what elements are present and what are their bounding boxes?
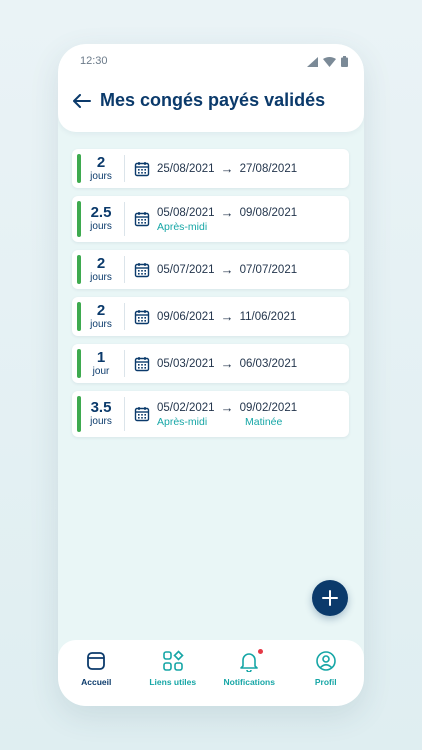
top-bar: 12:30 Mes congés payés validés [58, 44, 364, 132]
calendar-icon [134, 262, 150, 277]
status-bar [77, 302, 81, 331]
status-icons [307, 56, 348, 67]
start-half-day: Après-midi [157, 221, 208, 233]
start-date: 05/08/2021 [157, 206, 215, 219]
leave-card[interactable]: 2 jours 05/07/2021 → 07/07/2021 [72, 250, 349, 289]
nav-label-profil: Profil [314, 677, 337, 687]
status-bar [77, 396, 81, 432]
leave-card[interactable]: 3.5 jours 05/02/2021 → 09/02/2021 Après-midi M… [72, 391, 349, 437]
calendar-icon [134, 161, 150, 176]
leave-dates: 09/06/2021 → 11/06/2021 [125, 309, 296, 325]
battery-icon [341, 56, 348, 67]
leave-card[interactable]: 2 jours 25/08/2021 → 27/08/2021 [72, 149, 349, 188]
leave-dates: 05/02/2021 → 09/02/2021 Après-midi Matinée [125, 400, 297, 428]
leave-list: 2 jours 25/08/2021 → 27/08/2021 2.5 jours 05/08… [72, 149, 349, 445]
arrow-right-icon: → [220, 262, 234, 277]
home-icon [87, 652, 106, 670]
calendar-icon [134, 356, 150, 371]
leave-day-count: 1 [96, 348, 106, 366]
plus-icon [322, 590, 338, 606]
wifi-icon [323, 56, 336, 67]
leave-card[interactable]: 1 jour 05/03/2021 → 06/03/2021 [72, 344, 349, 383]
profile-icon [315, 651, 336, 671]
leave-dates: 05/07/2021 → 07/07/2021 [125, 262, 297, 278]
calendar-icon [134, 407, 150, 422]
start-date: 25/08/2021 [157, 162, 215, 175]
nav-item-accueil[interactable]: Accueil [61, 650, 131, 687]
leave-dates: 05/08/2021 → 09/08/2021 Après-midi [125, 205, 297, 233]
start-half-day: Après-midi [157, 416, 208, 428]
arrow-right-icon: → [220, 161, 234, 176]
notification-dot [258, 649, 264, 654]
signal-icon [307, 56, 318, 67]
grid-icon [162, 650, 184, 671]
leave-day-unit: jours [90, 221, 112, 232]
nav-item-profil[interactable]: Profil [291, 650, 361, 687]
leave-day-unit: jours [90, 416, 112, 427]
bottom-nav: Accueil Liens utiles Notifications Profi… [58, 640, 364, 706]
status-bar [77, 349, 81, 378]
leave-card[interactable]: 2.5 jours 05/08/2021 → 09/08/2021 Après-midi [72, 196, 349, 242]
leave-day-unit: jour [92, 365, 110, 377]
add-leave-button[interactable] [312, 580, 348, 616]
arrow-right-icon: → [220, 309, 234, 324]
leave-dates: 05/03/2021 → 06/03/2021 [125, 356, 297, 372]
leave-day-count: 2 [96, 301, 106, 319]
status-bar [77, 201, 81, 237]
header: Mes congés payés validés [72, 90, 325, 111]
leave-day-count: 2 [96, 153, 106, 171]
status-time: 12:30 [80, 55, 108, 67]
nav-item-notifications[interactable]: Notifications [214, 649, 284, 687]
end-half-day: Matinée [245, 416, 283, 428]
nav-item-liens-utiles[interactable]: Liens utiles [138, 650, 208, 687]
start-date: 05/03/2021 [157, 357, 215, 370]
end-date: 07/07/2021 [239, 263, 298, 276]
back-button[interactable] [72, 91, 92, 111]
end-date: 09/08/2021 [239, 206, 298, 219]
arrow-right-icon: → [220, 400, 234, 415]
start-date: 05/07/2021 [157, 263, 215, 276]
nav-label-liens-utiles: Liens utiles [149, 677, 197, 687]
leave-dates: 25/08/2021 → 27/08/2021 [125, 161, 297, 177]
arrow-left-icon [73, 93, 91, 108]
nav-label-notifications: Notifications [223, 677, 275, 687]
leave-card[interactable]: 2 jours 09/06/2021 → 11/06/2021 [72, 297, 349, 336]
leave-day-count: 3.5 [90, 399, 112, 416]
calendar-icon [134, 309, 150, 324]
end-date: 09/02/2021 [239, 401, 298, 414]
leave-day-unit: jours [90, 318, 112, 330]
leave-day-count: 2.5 [90, 204, 112, 221]
nav-label-accueil: Accueil [81, 677, 112, 687]
status-bar [77, 255, 81, 284]
arrow-right-icon: → [220, 356, 234, 371]
end-date: 06/03/2021 [239, 357, 298, 370]
leave-day-count: 2 [96, 254, 106, 272]
status-bar [77, 154, 81, 183]
bell-icon [240, 653, 259, 672]
end-date: 27/08/2021 [239, 162, 298, 175]
arrow-right-icon: → [220, 205, 234, 220]
start-date: 09/06/2021 [157, 310, 215, 323]
page-title: Mes congés payés validés [100, 90, 326, 110]
phone-frame: 12:30 Mes congés payés validés 2 jours 25/… [58, 44, 364, 706]
calendar-icon [134, 212, 150, 227]
end-date: 11/06/2021 [239, 310, 297, 323]
leave-day-unit: jours [90, 170, 112, 182]
leave-day-unit: jours [90, 271, 112, 283]
start-date: 05/02/2021 [157, 401, 215, 414]
